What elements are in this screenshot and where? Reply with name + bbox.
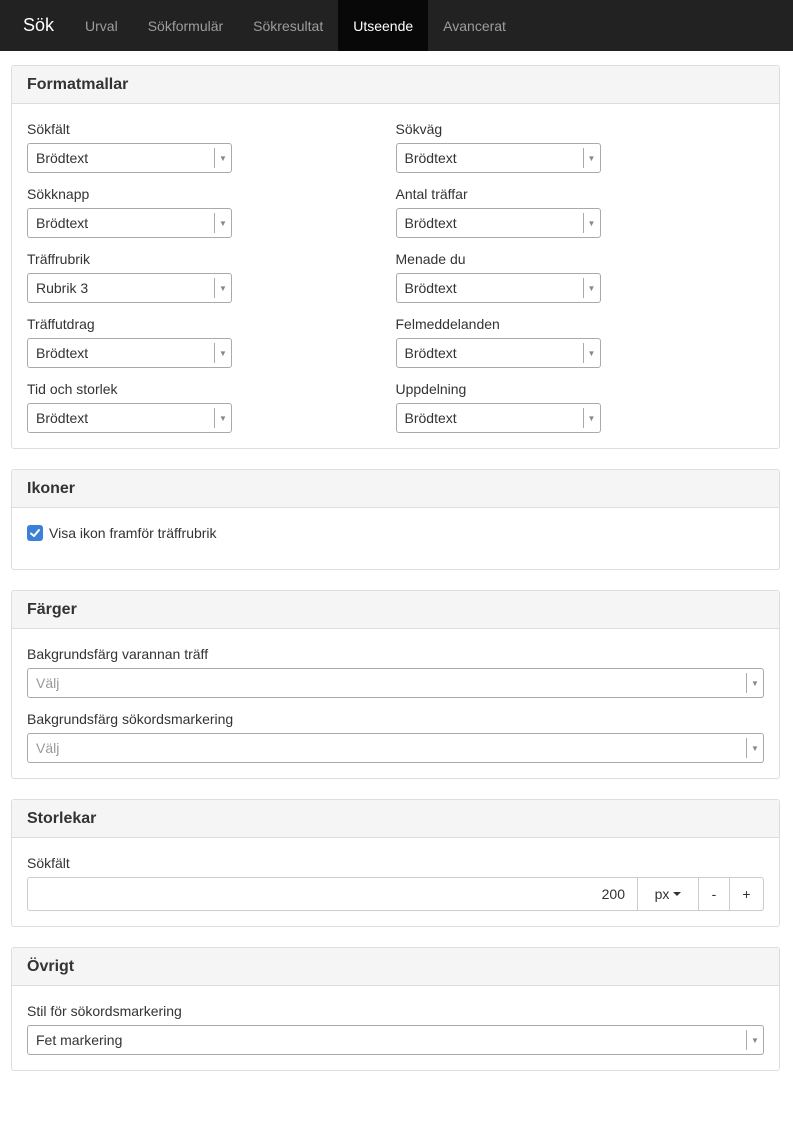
show-icon-checkbox-row[interactable]: Visa ikon framför träffrubrik — [27, 523, 764, 543]
field-label: Sökfält — [27, 121, 70, 137]
formatmallar-panel: Formatmallar Sökfält Brödtext ▼ Sökknapp — [11, 65, 780, 449]
ikoner-panel: Ikoner Visa ikon framför träffrubrik — [11, 469, 780, 570]
panel-title: Storlekar — [12, 800, 779, 838]
show-icon-checkbox[interactable] — [27, 525, 43, 541]
field-label: Sökknapp — [27, 186, 90, 202]
dropdown-arrow-icon: ▼ — [582, 213, 600, 233]
select-value: Brödtext — [36, 345, 89, 361]
dropdown-arrow-icon: ▼ — [214, 343, 231, 363]
dropdown-arrow-icon: ▼ — [214, 408, 231, 428]
select-value: Brödtext — [36, 410, 89, 426]
dropdown-arrow-icon: ▼ — [746, 738, 763, 758]
tid-och-storlek-style-select[interactable]: Brödtext ▼ — [27, 403, 232, 433]
field-label: Stil för sökordsmarkering — [27, 1003, 182, 1019]
storlekar-panel: Storlekar Sökfält 200 px - + — [11, 799, 780, 927]
tab-sokformular[interactable]: Sökformulär — [133, 0, 238, 51]
select-value: Brödtext — [404, 215, 457, 231]
farger-panel: Färger Bakgrundsfärg varannan träff Välj… — [11, 590, 780, 779]
top-navbar: Sök Urval Sökformulär Sökresultat Utseen… — [0, 0, 793, 51]
antal-traffar-style-select[interactable]: Brödtext ▼ — [395, 208, 601, 238]
dropdown-arrow-icon: ▼ — [582, 148, 600, 168]
field-label: Bakgrundsfärg sökordsmarkering — [27, 711, 234, 727]
field-label: Tid och storlek — [27, 381, 118, 397]
panel-title: Ikoner — [12, 470, 779, 508]
field-label: Uppdelning — [395, 381, 467, 397]
traffrubrik-style-select[interactable]: Rubrik 3 ▼ — [27, 273, 232, 303]
panel-title: Övrigt — [12, 948, 779, 986]
traffutdrag-style-select[interactable]: Brödtext ▼ — [27, 338, 232, 368]
formatmallar-left-column: Sökfält Brödtext ▼ Sökknapp Brödtext ▼ T… — [27, 119, 396, 433]
select-value: Brödtext — [404, 345, 457, 361]
decrement-button[interactable]: - — [699, 877, 730, 911]
field-label: Sökfält — [27, 855, 70, 871]
checkmark-icon — [30, 529, 40, 537]
tab-utseende[interactable]: Utseende — [338, 0, 429, 51]
field-label: Sökväg — [395, 121, 443, 137]
panel-title: Färger — [12, 591, 779, 629]
field-label: Antal träffar — [395, 186, 468, 202]
select-value: Brödtext — [36, 150, 89, 166]
dropdown-arrow-icon: ▼ — [582, 408, 600, 428]
sokknapp-style-select[interactable]: Brödtext ▼ — [27, 208, 232, 238]
select-value: Brödtext — [36, 215, 89, 231]
app-brand[interactable]: Sök — [23, 0, 54, 51]
sokvag-style-select[interactable]: Brödtext ▼ — [395, 143, 601, 173]
menade-du-style-select[interactable]: Brödtext ▼ — [395, 273, 601, 303]
tab-urval[interactable]: Urval — [70, 0, 133, 51]
search-field-size-group: 200 px - + — [27, 877, 764, 911]
field-label: Träffutdrag — [27, 316, 95, 332]
dropdown-arrow-icon: ▼ — [582, 278, 600, 298]
uppdelning-style-select[interactable]: Brödtext ▼ — [395, 403, 601, 433]
highlight-style-select[interactable]: Fet markering ▼ — [27, 1025, 764, 1055]
highlight-bg-color-select[interactable]: Välj ▼ — [27, 733, 764, 763]
dropdown-arrow-icon: ▼ — [214, 278, 231, 298]
alternate-hit-bg-color-select[interactable]: Välj ▼ — [27, 668, 764, 698]
dropdown-arrow-icon: ▼ — [746, 1030, 763, 1050]
unit-dropdown-button[interactable]: px — [638, 877, 699, 911]
panel-title: Formatmallar — [12, 66, 779, 104]
dropdown-arrow-icon: ▼ — [214, 213, 231, 233]
dropdown-arrow-icon: ▼ — [746, 673, 763, 693]
increment-button[interactable]: + — [730, 877, 764, 911]
felmeddelanden-style-select[interactable]: Brödtext ▼ — [395, 338, 601, 368]
field-label: Felmeddelanden — [395, 316, 500, 332]
unit-label: px — [654, 886, 670, 902]
dropdown-arrow-icon: ▼ — [214, 148, 231, 168]
select-value: Fet markering — [36, 1032, 123, 1048]
select-value: Rubrik 3 — [36, 280, 89, 296]
select-value: Brödtext — [404, 150, 457, 166]
tab-sokresultat[interactable]: Sökresultat — [238, 0, 338, 51]
formatmallar-right-column: Sökväg Brödtext ▼ Antal träffar Brödtext… — [395, 119, 765, 433]
tab-avancerat[interactable]: Avancerat — [428, 0, 521, 51]
select-placeholder: Välj — [36, 740, 60, 756]
field-label: Träffrubrik — [27, 251, 91, 267]
select-placeholder: Välj — [36, 675, 60, 691]
caret-down-icon — [673, 892, 682, 896]
field-label: Bakgrundsfärg varannan träff — [27, 646, 209, 662]
select-value: Brödtext — [404, 410, 457, 426]
main-content: Formatmallar Sökfält Brödtext ▼ Sökknapp — [0, 51, 793, 1071]
search-field-size-input[interactable]: 200 — [27, 877, 638, 911]
field-label: Menade du — [395, 251, 466, 267]
dropdown-arrow-icon: ▼ — [582, 343, 600, 363]
sokfalt-style-select[interactable]: Brödtext ▼ — [27, 143, 232, 173]
ovrigt-panel: Övrigt Stil för sökordsmarkering Fet mar… — [11, 947, 780, 1071]
checkbox-label[interactable]: Visa ikon framför träffrubrik — [49, 525, 217, 541]
select-value: Brödtext — [404, 280, 457, 296]
